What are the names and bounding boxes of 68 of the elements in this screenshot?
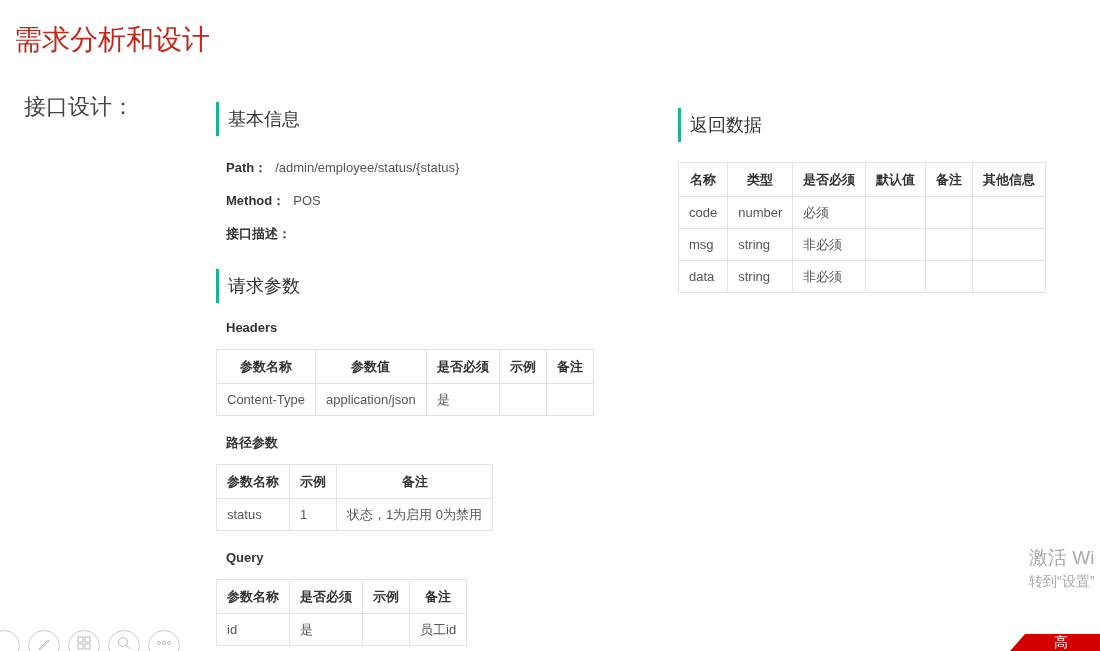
accent-bar [216, 269, 219, 303]
subsection-label: Headers [225, 319, 278, 337]
table-cell [865, 260, 926, 293]
activation-hint: 转到“设置” [1029, 572, 1095, 591]
search-icon [117, 636, 131, 650]
table-cell: 是 [289, 613, 363, 646]
table-cell [865, 196, 926, 229]
field-label: 接口描述： [226, 224, 291, 243]
table-cell: code [678, 196, 728, 229]
column-header: 类型 [727, 162, 793, 197]
table-cell: Content-Type [216, 383, 316, 416]
table-cell [925, 196, 973, 229]
column-header: 备注 [546, 349, 594, 384]
column-header: 是否必须 [792, 162, 866, 197]
table-cell: 必须 [792, 196, 866, 229]
table-cell: 非必须 [792, 228, 866, 261]
column-header: 参数名称 [216, 579, 290, 614]
section-heading: 基本信息 [228, 107, 300, 131]
column-header: 名称 [678, 162, 728, 197]
column-header: 参数名称 [216, 464, 290, 499]
accent-bar [216, 102, 219, 136]
table-cell: string [727, 228, 793, 261]
table-cell: id [216, 613, 290, 646]
table-cell: 状态，1为启用 0为禁用 [336, 498, 493, 531]
column-header: 备注 [409, 579, 467, 614]
field-value: /admin/employee/status/{status} [275, 158, 460, 177]
column-header: 示例 [362, 579, 410, 614]
table-cell: string [727, 260, 793, 293]
table-cell: msg [678, 228, 728, 261]
table-cell [546, 383, 594, 416]
table-cell: 员工id [409, 613, 467, 646]
subsection-label: 路径参数 [225, 434, 278, 452]
table-cell [865, 228, 926, 261]
column-header: 是否必须 [426, 349, 500, 384]
table-cell: data [678, 260, 728, 293]
activation-title: 激活 Wi [1029, 546, 1095, 570]
table-cell: 1 [289, 498, 337, 531]
column-header: 备注 [336, 464, 493, 499]
column-header: 示例 [499, 349, 547, 384]
column-header: 其他信息 [972, 162, 1046, 197]
slide-title: 需求分析和设计 [14, 23, 211, 57]
subsection-label: Query [225, 549, 264, 567]
grid-icon [77, 636, 91, 650]
corner-banner: 高 [1010, 634, 1100, 651]
column-header: 是否必须 [289, 579, 363, 614]
column-header: 示例 [289, 464, 337, 499]
table-cell: 非必须 [792, 260, 866, 293]
table-cell: 是 [426, 383, 500, 416]
table-cell: number [727, 196, 793, 229]
table-cell [362, 613, 410, 646]
field-label: Path： [226, 158, 268, 177]
table-cell: status [216, 498, 290, 531]
field-value: POS [293, 191, 321, 210]
more-icon [157, 641, 171, 645]
field-label: Method： [226, 191, 286, 210]
table-cell [499, 383, 547, 416]
column-header: 参数值 [315, 349, 427, 384]
section-title: 接口设计： [24, 93, 134, 121]
section-heading: 返回数据 [690, 113, 762, 137]
column-header: 参数名称 [216, 349, 316, 384]
table-cell [925, 228, 973, 261]
section-heading: 请求参数 [228, 274, 300, 298]
table-cell: application/json [315, 383, 427, 416]
table-cell [925, 260, 973, 293]
accent-bar [678, 108, 681, 142]
column-header: 默认值 [865, 162, 926, 197]
column-header: 备注 [925, 162, 973, 197]
pen-icon [37, 637, 51, 651]
